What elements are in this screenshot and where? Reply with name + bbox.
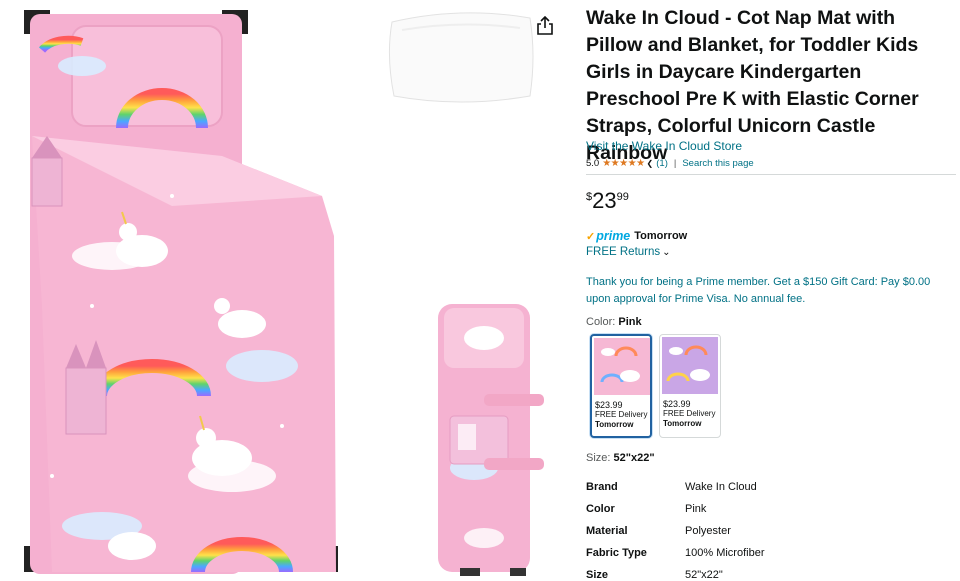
prime-label: prime [596,229,631,243]
spec-value: 52"x22" [685,569,723,581]
swatch-info: $23.99 FREE Delivery Tomorrow [663,399,715,429]
spec-key: Size [586,569,609,581]
color-selected-value: Pink [618,316,642,328]
search-this-page-link[interactable]: Search this page [682,158,753,169]
swatch-day: Tomorrow [663,419,702,428]
pillow-thumbnail-image[interactable] [380,4,540,108]
visit-store-link[interactable]: Visit the Wake In Cloud Store [586,139,742,153]
main-product-image[interactable] [22,6,342,578]
table-row: Brand Wake In Cloud [586,476,956,498]
chevron-down-icon[interactable]: ❮ [647,159,654,168]
color-swatch-pink[interactable]: $23.99 FREE Delivery Tomorrow [590,334,652,438]
table-row: Material Polyester [586,520,956,542]
swatch-info: $23.99 FREE Delivery Tomorrow [595,400,647,430]
free-returns-label[interactable]: FREE Returns [586,246,660,258]
spec-value: 100% Microfiber [685,547,765,559]
prime-visa-promo[interactable]: Thank you for being a Prime member. Get … [586,274,956,308]
review-count-link[interactable]: (1) [656,158,668,169]
swatch-day: Tomorrow [595,420,634,429]
prime-check-icon: ✓ [586,230,596,243]
table-row: Color Pink [586,498,956,520]
size-selected-value: 52"x22" [613,452,655,464]
swatch-thumbnail-purple [662,337,718,394]
table-row: Fabric Type 100% Microfiber [586,542,956,564]
swatch-price: $23.99 [595,400,623,410]
spec-value: Pink [685,503,707,515]
spec-value: Polyester [685,525,731,537]
swatch-delivery: FREE Delivery [663,409,716,418]
free-returns-link[interactable]: FREE Returns ⌄ [586,246,671,258]
swatch-price: $23.99 [663,399,691,409]
divider [586,174,956,175]
price: $ 23 99 [586,188,629,214]
rating-row: 5.0 ★★★★★ ❮ (1) | Search this page [586,158,754,169]
rating-separator: | [673,158,677,169]
swatch-thumbnail-pink [594,338,650,395]
delivery-day: Tomorrow [634,230,688,242]
size-label-text: Size: [586,452,614,464]
spec-key: Fabric Type [586,547,647,559]
table-row: Size 52"x22" [586,564,956,581]
spec-key: Color [586,503,615,515]
star-icon[interactable]: ★★★★★ [602,158,645,169]
size-label: Size: 52"x22" [586,452,655,464]
swatch-delivery: FREE Delivery [595,410,648,419]
spec-key: Material [586,525,628,537]
color-label-text: Color: [586,316,619,328]
prime-delivery-row: ✓ prime Tomorrow [586,229,687,243]
color-label: Color: Pink [586,316,642,328]
share-icon[interactable] [536,15,554,36]
rolled-mat-image[interactable] [424,298,554,580]
prime-logo: ✓ prime [586,229,630,243]
price-whole: 23 [592,188,617,213]
price-fraction: 99 [616,191,629,203]
spec-value: Wake In Cloud [685,481,757,493]
product-specs-table: Brand Wake In Cloud Color Pink Material … [586,476,956,581]
chevron-down-icon[interactable]: ⌄ [662,247,670,258]
color-swatch-purple[interactable]: $23.99 FREE Delivery Tomorrow [659,334,721,438]
rating-value: 5.0 [586,158,600,169]
spec-key: Brand [586,481,618,493]
